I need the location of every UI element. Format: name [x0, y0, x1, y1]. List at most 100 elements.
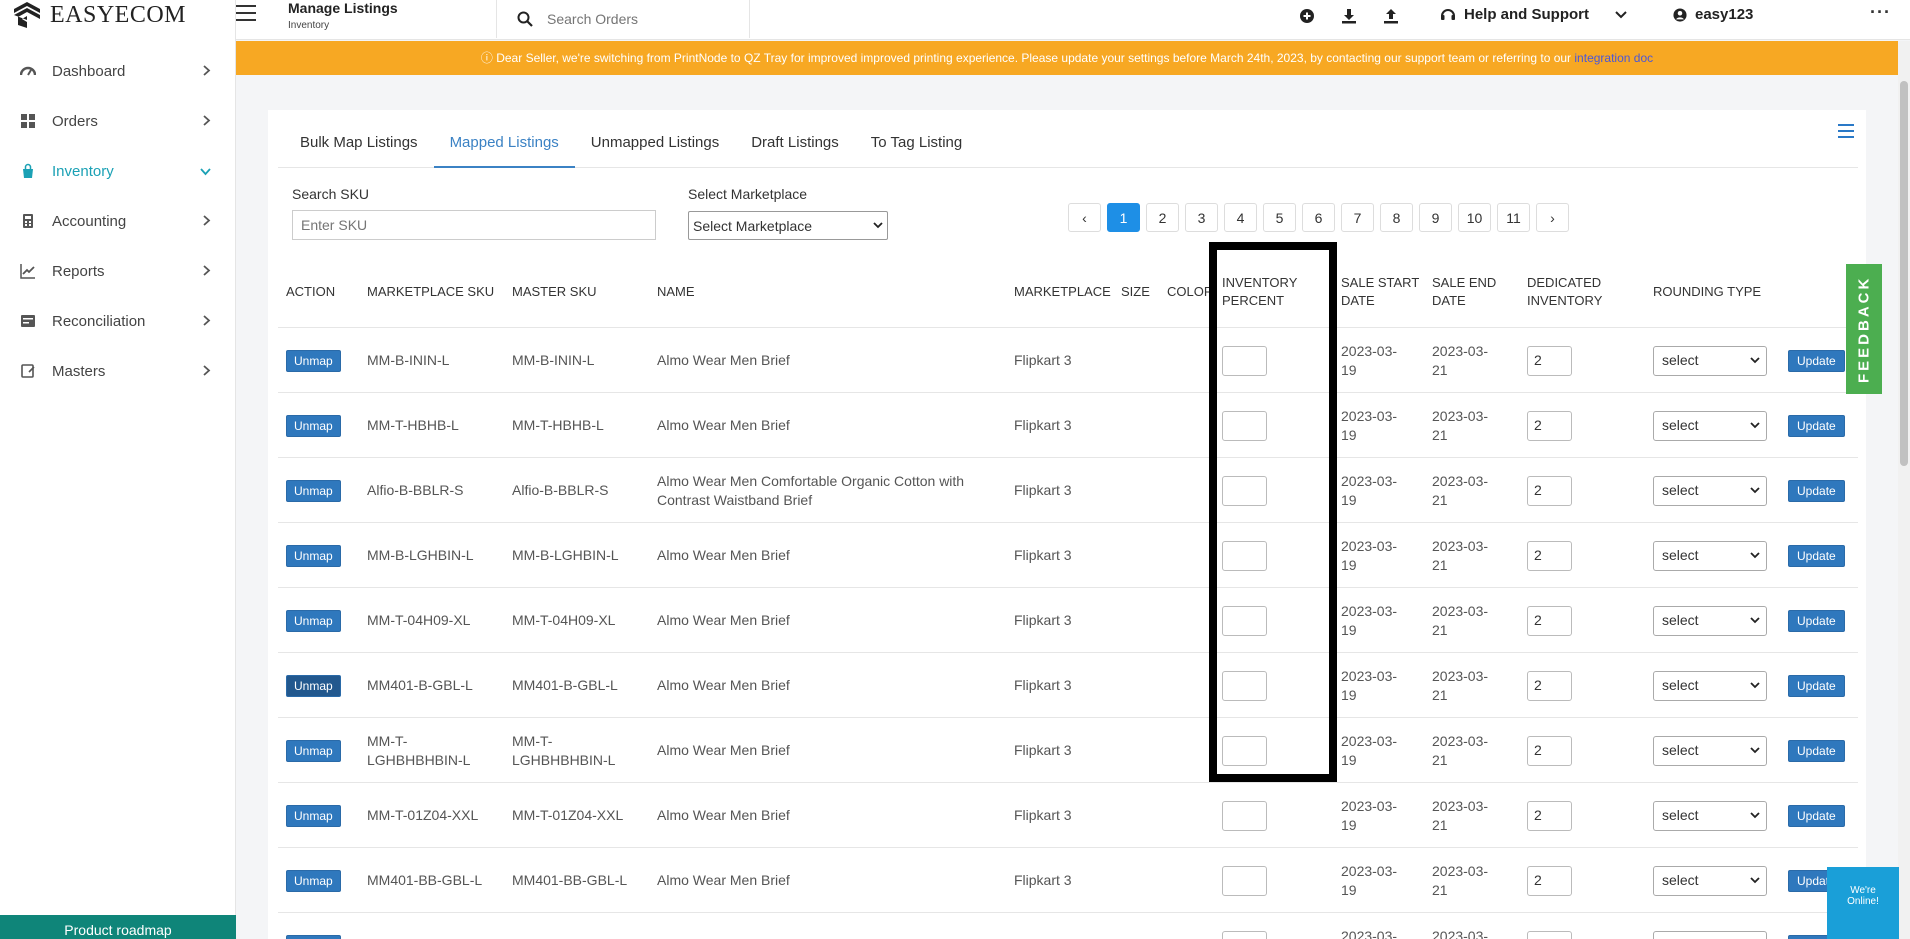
page-button[interactable]: 5 [1263, 203, 1296, 232]
update-button[interactable]: Update [1788, 804, 1845, 827]
unmap-button[interactable]: Unmap [286, 414, 341, 437]
dedicated-inventory-input[interactable]: 2 [1527, 670, 1572, 701]
tab-draft-listings[interactable]: Draft Listings [735, 110, 855, 168]
search-orders-input[interactable] [547, 11, 727, 27]
rounding-type-select[interactable]: select [1653, 345, 1767, 376]
download-icon[interactable] [1341, 8, 1357, 24]
sidebar-item-masters[interactable]: Masters [0, 346, 235, 396]
unmap-button[interactable]: Unmap [286, 739, 341, 762]
add-icon[interactable] [1299, 8, 1315, 24]
tab-bulk-map-listings[interactable]: Bulk Map Listings [284, 110, 434, 168]
chevron-down-icon [1750, 747, 1760, 754]
update-button[interactable]: Update [1788, 479, 1845, 502]
inventory-percent-input[interactable] [1222, 865, 1267, 896]
info-icon: ⓘ [480, 51, 493, 65]
update-button[interactable]: Update [1788, 349, 1845, 372]
feedback-tab[interactable]: FEEDBACK [1846, 264, 1882, 394]
sidebar-item-accounting[interactable]: Accounting [0, 196, 235, 246]
rounding-type-select[interactable]: select [1653, 605, 1767, 636]
more-options-icon[interactable]: ··· [1870, 2, 1891, 23]
marketplace-name: Flipkart 3 [1014, 482, 1072, 498]
dedicated-inventory-input[interactable]: 2 [1527, 540, 1572, 571]
unmap-button[interactable]: Unmap [286, 349, 341, 372]
table-row: Unmap MM401-BB-GBL-L MM401-BB-GBL-L Almo We… [278, 848, 1858, 913]
page-button[interactable]: 8 [1380, 203, 1413, 232]
inventory-percent-input[interactable] [1222, 800, 1267, 831]
update-button[interactable]: Update [1788, 609, 1845, 632]
unmap-button[interactable]: Unmap [286, 869, 341, 892]
unmap-button[interactable]: Unmap [286, 674, 341, 697]
sidebar-item-orders[interactable]: Orders [0, 96, 235, 146]
page-button[interactable]: 10 [1458, 203, 1491, 232]
sidebar-item-inventory[interactable]: Inventory [0, 146, 235, 196]
dedicated-inventory-input[interactable]: 2 [1527, 410, 1572, 441]
update-button[interactable]: Update [1788, 674, 1845, 697]
rounding-type-select[interactable]: select [1653, 800, 1767, 831]
dedicated-inventory-input[interactable]: 2 [1527, 930, 1572, 939]
page-button[interactable]: 2 [1146, 203, 1179, 232]
inventory-percent-input[interactable] [1222, 930, 1267, 939]
sidebar-item-dashboard[interactable]: Dashboard [0, 46, 235, 96]
dedicated-inventory-input[interactable]: 2 [1527, 865, 1572, 896]
master-sku: MM401-B-GBL-L [512, 677, 618, 693]
page-button[interactable]: 3 [1185, 203, 1218, 232]
rounding-type-select[interactable]: select [1653, 410, 1767, 441]
chat-line2: Online! [1847, 896, 1879, 907]
update-button[interactable]: Update [1788, 739, 1845, 762]
page-button[interactable]: 7 [1341, 203, 1374, 232]
dedicated-inventory-input[interactable]: 2 [1527, 345, 1572, 376]
dedicated-inventory-input[interactable]: 2 [1527, 475, 1572, 506]
chat-widget[interactable]: We're Online! [1827, 867, 1899, 939]
dedicated-inventory-input[interactable]: 2 [1527, 800, 1572, 831]
rounding-type-select[interactable]: select [1653, 670, 1767, 701]
rounding-type-select[interactable]: select [1653, 930, 1767, 939]
col-action: ACTION [286, 284, 336, 299]
page-button[interactable]: 11 [1497, 203, 1530, 232]
update-button[interactable]: Update [1788, 414, 1845, 437]
upload-icon[interactable] [1383, 8, 1399, 24]
sale-end-date-day: 21 [1432, 816, 1448, 833]
tab-to-tag-listing[interactable]: To Tag Listing [855, 110, 978, 168]
search-sku-input[interactable] [292, 210, 656, 240]
sidebar-item-reconciliation[interactable]: Reconciliation [0, 296, 235, 346]
sidebar-item-label: Accounting [52, 212, 127, 230]
rounding-type-select[interactable]: select [1653, 475, 1767, 506]
page-button[interactable]: 6 [1302, 203, 1335, 232]
user-menu[interactable]: easy123 [1673, 6, 1753, 23]
rounding-type-select[interactable]: select [1653, 865, 1767, 896]
marketplace-name: Flipkart 3 [1014, 742, 1072, 758]
menu-toggle-icon[interactable] [236, 5, 256, 21]
scrollbar-thumb[interactable] [1900, 81, 1908, 466]
dedicated-inventory-input[interactable]: 2 [1527, 605, 1572, 636]
unmap-button[interactable]: Unmap [286, 609, 341, 632]
headset-icon [1441, 8, 1455, 20]
prev-page-button[interactable]: ‹ [1068, 203, 1101, 232]
marketplace-select[interactable]: Select Marketplace [688, 211, 888, 240]
rounding-type-select[interactable]: select [1653, 735, 1767, 766]
page-button[interactable]: 1 [1107, 203, 1140, 232]
help-and-support-menu[interactable]: Help and Support [1440, 6, 1627, 23]
chevron-down-icon [1750, 617, 1760, 624]
product-roadmap-button[interactable]: Product roadmap [0, 915, 236, 939]
sidebar: EASYECOM Dashboard Orders Inventory Account… [0, 0, 236, 939]
integration-doc-link[interactable]: integration doc [1574, 51, 1653, 65]
next-page-button[interactable]: › [1536, 203, 1569, 232]
brand-logo[interactable]: EASYECOM [0, 0, 235, 30]
tab-unmapped-listings[interactable]: Unmapped Listings [575, 110, 735, 168]
page-scrollbar[interactable] [1898, 41, 1910, 939]
dedicated-inventory-input[interactable]: 2 [1527, 735, 1572, 766]
unmap-button[interactable]: Unmap [286, 934, 341, 939]
sidebar-item-reports[interactable]: Reports [0, 246, 235, 296]
page-button[interactable]: 4 [1224, 203, 1257, 232]
unmap-button[interactable]: Unmap [286, 804, 341, 827]
unmap-button[interactable]: Unmap [286, 479, 341, 502]
column-menu-icon[interactable] [1838, 124, 1854, 138]
sale-start-date: 2023-03- [1341, 797, 1398, 814]
unmap-button[interactable]: Unmap [286, 544, 341, 567]
chevron-right-icon [203, 264, 211, 279]
rounding-type-select[interactable]: select [1653, 540, 1767, 571]
banner-text: Dear Seller, we're switching from PrintN… [496, 51, 1572, 65]
update-button[interactable]: Update [1788, 544, 1845, 567]
page-button[interactable]: 9 [1419, 203, 1452, 232]
tab-mapped-listings[interactable]: Mapped Listings [433, 110, 575, 168]
